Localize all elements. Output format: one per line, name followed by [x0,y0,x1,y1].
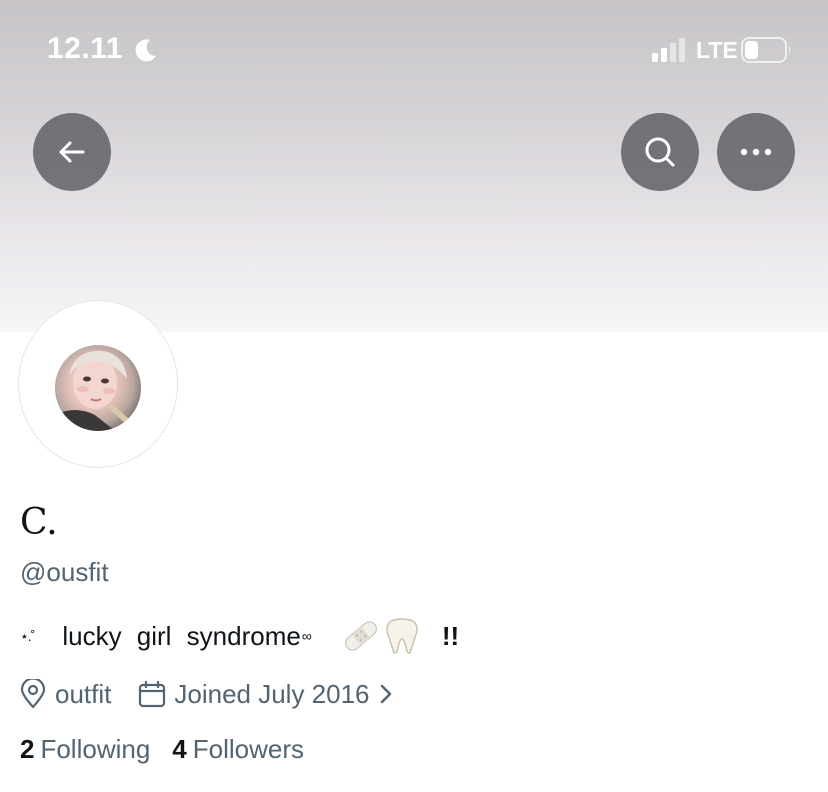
bio-superscript: ∞ [301,628,312,644]
followers-count: 4 [172,734,187,764]
followers-link[interactable]: 4 Followers [172,734,304,765]
join-date-text: Joined July 2016 [174,678,370,709]
location-pin-icon [20,679,46,709]
bio-emoji [342,617,420,655]
network-type: LTE [696,37,738,63]
arrow-left-icon [59,141,85,163]
bio-decoration: ⋆.˚ [20,627,35,644]
status-time: 12.11 [47,32,123,65]
bio-text: lucky girl syndrome [62,620,301,651]
calendar-icon [139,680,166,708]
chevron-right-icon [380,684,391,704]
following-link[interactable]: 2 Following [20,734,150,765]
profile-meta: outfit Joined July 2016 [20,676,394,712]
battery-icon [741,37,791,63]
follow-stats: 2 Following 4 Followers [20,734,304,765]
user-handle: @ousfit [20,557,109,587]
join-date[interactable]: Joined July 2016 [138,679,393,710]
status-bar: 12.11 LTE [0,0,828,100]
display-name: C. [20,502,58,543]
location-text: outfit [55,678,112,709]
location: outfit [20,679,111,710]
bio: ⋆.˚ lucky girl syndrome ∞ !! [20,617,459,655]
search-icon [645,137,675,167]
moon-icon [135,39,156,62]
signal-icon [652,38,685,62]
followers-label: Followers [192,734,305,764]
more-button[interactable] [717,113,795,191]
following-count: 2 [20,734,35,764]
following-label: Following [40,734,151,764]
avatar-photo [55,350,129,431]
ellipsis-icon [740,148,772,156]
bandage-icon [344,621,377,651]
bio-suffix: !! [441,620,460,651]
tooth-icon [386,618,418,654]
avatar[interactable] [55,345,141,431]
search-button[interactable] [621,113,699,191]
back-button[interactable] [33,113,111,191]
